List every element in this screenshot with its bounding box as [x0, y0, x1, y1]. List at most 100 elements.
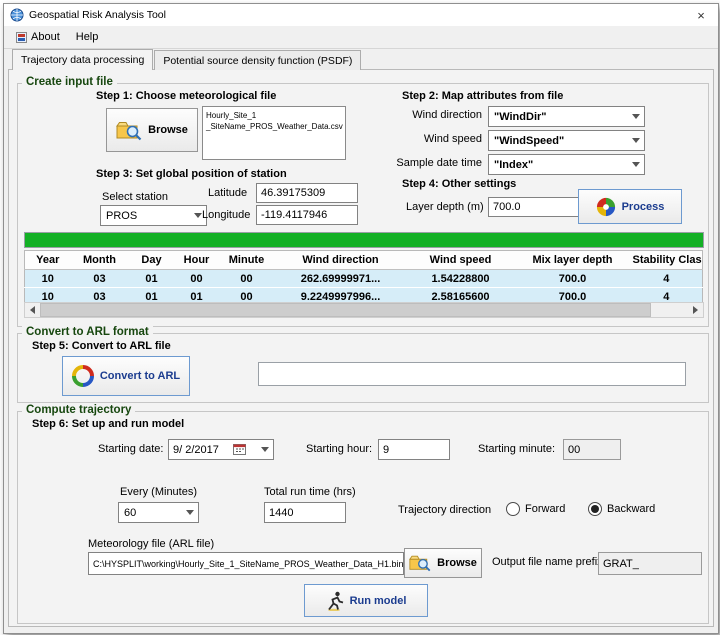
- tab-label: Trajectory data processing: [21, 54, 144, 66]
- column-header-wind-direction[interactable]: Wind direction: [275, 251, 407, 270]
- layer-depth-field[interactable]: 700.0: [488, 197, 580, 217]
- selected-file-display[interactable]: Hourly_Site_1 _SiteName_PROS_Weather_Dat…: [202, 106, 346, 160]
- starting-date-value: 9/ 2/2017: [173, 444, 219, 456]
- convert-progress-bar: [258, 362, 686, 386]
- column-header-day[interactable]: Day: [129, 251, 175, 270]
- step6-title: Step 6: Set up and run model: [32, 418, 184, 430]
- table-cell[interactable]: 00: [219, 270, 275, 288]
- step2-title: Step 2: Map attributes from file: [402, 90, 563, 102]
- convert-label: Convert to ARL: [100, 370, 180, 382]
- table-cell[interactable]: 01: [129, 270, 175, 288]
- layer-depth-label: Layer depth (m): [406, 201, 484, 213]
- table-cell[interactable]: 10: [25, 270, 71, 288]
- column-header-month[interactable]: Month: [71, 251, 129, 270]
- table-cell[interactable]: 4: [631, 270, 703, 288]
- met-file-field[interactable]: C:\HYSPLIT\working\Hourly_Site_1_SiteNam…: [88, 552, 404, 575]
- file-name-line1: Hourly_Site_1: [206, 110, 342, 121]
- column-header-hour[interactable]: Hour: [175, 251, 219, 270]
- group-compute-trajectory: Compute trajectory Step 6: Set up and ru…: [17, 411, 709, 624]
- scroll-left-arrow-icon[interactable]: [25, 303, 40, 317]
- table-cell[interactable]: 03: [71, 270, 129, 288]
- wind-speed-label: Wind speed: [370, 133, 482, 145]
- table-cell[interactable]: 700.0: [515, 270, 631, 288]
- process-button[interactable]: Process: [578, 189, 682, 224]
- table-row: 10 03 01 00 00 262.69999971... 1.5422880…: [25, 270, 703, 288]
- column-header-wind-speed[interactable]: Wind speed: [407, 251, 515, 270]
- output-prefix-field[interactable]: GRAT_: [598, 552, 702, 575]
- trajectory-direction-forward[interactable]: Forward: [506, 502, 565, 516]
- longitude-label: Longitude: [202, 209, 250, 221]
- step5-title: Step 5: Convert to ARL file: [32, 340, 171, 352]
- radio-unchecked-icon: [506, 502, 520, 516]
- table-cell[interactable]: 262.69999971...: [275, 270, 407, 288]
- every-minutes-select[interactable]: 60: [118, 502, 199, 523]
- total-run-time-value: 1440: [269, 507, 293, 519]
- group-convert-to-arl: Convert to ARL format Step 5: Convert to…: [17, 333, 709, 403]
- wind-speed-select[interactable]: "WindSpeed": [488, 130, 645, 151]
- step3-title: Step 3: Set global position of station: [96, 168, 287, 180]
- group-title: Compute trajectory: [22, 404, 135, 416]
- starting-date-label: Starting date:: [98, 443, 163, 455]
- process-label: Process: [622, 201, 665, 213]
- chevron-down-icon: [632, 138, 640, 143]
- longitude-field[interactable]: -119.4117946: [256, 205, 358, 225]
- latitude-field[interactable]: 46.39175309: [256, 183, 358, 203]
- total-run-time-label: Total run time (hrs): [264, 486, 356, 498]
- file-name-line2: _SiteName_PROS_Weather_Data.csv: [206, 121, 342, 132]
- about-icon: [16, 32, 27, 43]
- wind-direction-select[interactable]: "WindDir": [488, 106, 645, 127]
- table-cell[interactable]: 00: [175, 270, 219, 288]
- wind-direction-value: "WindDir": [494, 111, 547, 123]
- sample-date-time-select[interactable]: "Index": [488, 154, 645, 175]
- folder-search-icon: [116, 120, 142, 141]
- chevron-down-icon: [186, 510, 194, 515]
- scrollbar-track[interactable]: [40, 303, 688, 317]
- starting-hour-label: Starting hour:: [306, 443, 372, 455]
- starting-minute-field[interactable]: 00: [563, 439, 621, 460]
- chevron-down-icon: [194, 213, 202, 218]
- radio-checked-icon: [588, 502, 602, 516]
- total-run-time-field[interactable]: 1440: [264, 502, 346, 523]
- browse-met-file-button[interactable]: Browse: [106, 108, 198, 152]
- met-file-value: C:\HYSPLIT\working\Hourly_Site_1_SiteNam…: [93, 559, 403, 569]
- column-header-mix-layer-depth[interactable]: Mix layer depth: [515, 251, 631, 270]
- starting-hour-field[interactable]: 9: [378, 439, 450, 460]
- tab-trajectory-data-processing[interactable]: Trajectory data processing: [12, 49, 153, 70]
- menu-bar: About Help: [4, 26, 718, 49]
- station-select[interactable]: PROS: [100, 205, 207, 226]
- column-header-stability-class[interactable]: Stability Class: [631, 251, 703, 270]
- column-header-year[interactable]: Year: [25, 251, 71, 270]
- browse-label: Browse: [437, 557, 477, 569]
- tab-strip: Trajectory data processing Potential sou…: [12, 50, 361, 69]
- every-minutes-value: 60: [124, 507, 136, 519]
- every-minutes-label: Every (Minutes): [120, 486, 197, 498]
- menu-about[interactable]: About: [8, 29, 68, 45]
- trajectory-direction-backward[interactable]: Backward: [588, 502, 655, 516]
- browse-arl-file-button[interactable]: Browse: [404, 548, 482, 578]
- close-button[interactable]: ×: [684, 4, 718, 26]
- forward-label: Forward: [525, 503, 565, 515]
- starting-minute-label: Starting minute:: [478, 443, 555, 455]
- calendar-icon: [233, 444, 246, 455]
- scroll-right-arrow-icon[interactable]: [688, 303, 703, 317]
- run-model-button[interactable]: Run model: [304, 584, 428, 617]
- table-cell[interactable]: 1.54228800: [407, 270, 515, 288]
- table-horizontal-scrollbar[interactable]: [24, 302, 704, 318]
- progress-fill: [25, 233, 703, 247]
- tab-label: Potential source density function (PSDF): [163, 55, 352, 67]
- backward-label: Backward: [607, 503, 655, 515]
- convert-to-arl-button[interactable]: Convert to ARL: [62, 356, 190, 396]
- scrollbar-thumb[interactable]: [40, 303, 651, 317]
- tab-psdf[interactable]: Potential source density function (PSDF): [154, 50, 361, 70]
- sample-date-time-value: "Index": [494, 159, 533, 171]
- starting-hour-value: 9: [383, 444, 389, 456]
- menu-about-label: About: [31, 31, 60, 43]
- chevron-down-icon: [632, 114, 640, 119]
- wind-speed-value: "WindSpeed": [494, 135, 564, 147]
- column-header-minute[interactable]: Minute: [219, 251, 275, 270]
- starting-date-picker[interactable]: 9/ 2/2017: [168, 439, 274, 460]
- select-station-label: Select station: [102, 191, 168, 203]
- menu-help[interactable]: Help: [68, 29, 107, 45]
- weather-data-grid: Year Month Day Hour Minute Wind directio…: [24, 250, 703, 306]
- step4-title: Step 4: Other settings: [402, 178, 516, 190]
